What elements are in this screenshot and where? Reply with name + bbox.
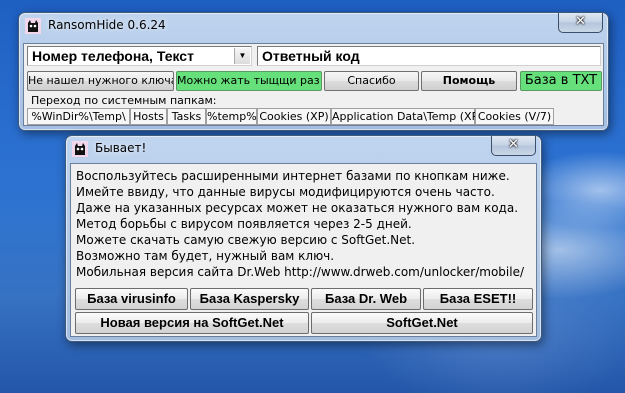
- not-found-key-button[interactable]: Не нашел нужного ключа: [27, 71, 174, 91]
- ransomhide-cat-icon: [25, 18, 41, 34]
- softget-button[interactable]: SoftGet.Net: [311, 312, 533, 334]
- phone-text-value: Номер телефона, Текст: [32, 48, 194, 64]
- info-line: Даже на указанных ресурсах может не оказ…: [76, 201, 519, 215]
- dialog-title: Бывает!: [95, 141, 147, 155]
- info-line: Мобильная версия сайта Dr.Web http://www…: [76, 265, 525, 279]
- main-window-title: RansomHide 0.6.24: [48, 18, 166, 32]
- info-text: Воспользуйтесь расширенными интернет баз…: [71, 164, 536, 284]
- db-txt-button[interactable]: База в TXT: [520, 71, 602, 91]
- virusinfo-db-button[interactable]: База virusinfo: [75, 288, 188, 310]
- thanks-button[interactable]: Спасибо: [324, 71, 419, 91]
- reply-code-value: Ответный код: [262, 48, 360, 64]
- dialog-titlebar[interactable]: Бывает! ✕: [66, 136, 541, 162]
- tab-cookies-xp[interactable]: Cookies (XP): [257, 108, 331, 125]
- tab-hosts[interactable]: Hosts: [130, 108, 167, 125]
- phone-text-combo[interactable]: Номер телефона, Текст ▼: [27, 46, 252, 66]
- tab-windir-temp[interactable]: %WinDir%\Temp\: [27, 108, 130, 125]
- click-many-button[interactable]: Можно жать тыщщи раз!: [176, 71, 322, 91]
- new-version-button[interactable]: Новая версия на SoftGet.Net: [75, 312, 309, 334]
- main-window: RansomHide 0.6.24 ✕ Номер телефона, Текс…: [18, 12, 609, 131]
- tab-appdata-temp-xp[interactable]: Application Data\Temp (XP): [331, 108, 483, 125]
- close-icon: ✕: [575, 14, 586, 29]
- close-icon: ✕: [508, 137, 519, 152]
- reply-code-field[interactable]: Ответный код: [257, 46, 601, 66]
- main-client-area: Номер телефона, Текст ▼ Ответный код Не …: [23, 43, 604, 126]
- chevron-down-icon[interactable]: ▼: [234, 48, 250, 64]
- ransomhide-cat-icon: [72, 141, 88, 157]
- info-dialog: Бывает! ✕ Воспользуйтесь расширенными ин…: [65, 135, 542, 342]
- kaspersky-db-button[interactable]: База Kaspersky: [190, 288, 309, 310]
- dialog-close-button[interactable]: ✕: [491, 136, 536, 156]
- folder-tabs: %WinDir%\Temp\ Hosts Tasks %temp% Cookie…: [27, 108, 557, 125]
- info-line: Возможно там будет, нужный вам ключ.: [76, 249, 335, 263]
- info-line: Метод борьбы с вирусом появляется через …: [76, 217, 412, 231]
- help-button[interactable]: Помощь: [421, 71, 517, 91]
- info-line: Воспользуйтесь расширенными интернет баз…: [76, 169, 510, 183]
- main-close-button[interactable]: ✕: [558, 13, 603, 33]
- tab-temp[interactable]: %temp%: [206, 108, 257, 125]
- main-titlebar[interactable]: RansomHide 0.6.24 ✕: [19, 13, 608, 39]
- drweb-db-button[interactable]: База Dr. Web: [311, 288, 421, 310]
- info-line: Можете скачать самую свежую версию с Sof…: [76, 233, 416, 247]
- tab-cookies-v7[interactable]: Cookies (V/7): [475, 108, 554, 125]
- dialog-client-area: Воспользуйтесь расширенными интернет баз…: [70, 163, 537, 337]
- info-line: Имейте ввиду, что данные вирусы модифици…: [76, 185, 495, 199]
- folders-label: Переход по системным папкам:: [31, 94, 217, 107]
- tab-tasks[interactable]: Tasks: [167, 108, 206, 125]
- eset-db-button[interactable]: База ESET!!: [423, 288, 533, 310]
